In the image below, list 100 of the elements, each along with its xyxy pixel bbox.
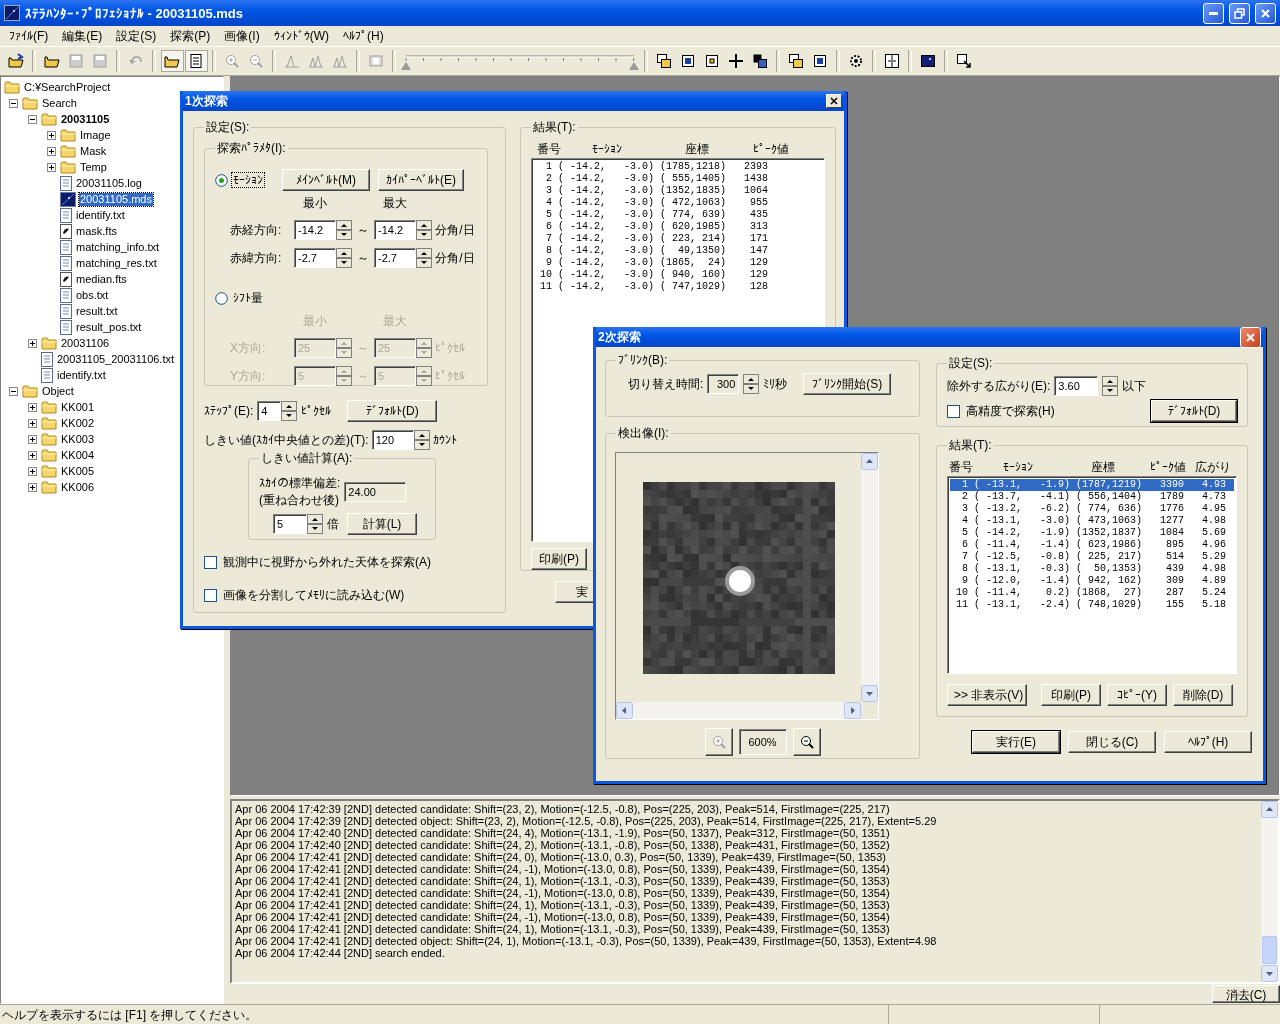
button[interactable]: ﾃﾞﾌｫﾙﾄ(D) [1151,400,1237,422]
list-row[interactable]: 7 ( -14.2, -3.0) ( 223, 214) 171 [534,233,822,245]
radio-button[interactable] [215,292,228,305]
checkbox[interactable] [947,404,960,418]
number-field[interactable]: -2.7 [294,248,336,268]
number-field[interactable]: 5 [273,514,307,534]
tree-item[interactable]: 20031105_20031106.txt [56,352,176,366]
spinner-control[interactable] [416,248,432,268]
results-list[interactable] [947,476,1237,674]
button[interactable]: ﾃﾞﾌｫﾙﾄ(D) [347,400,438,422]
tree-item[interactable]: matching_info.txt [75,240,161,254]
tree-item[interactable]: KK005 [60,464,96,478]
scroll-down-button[interactable] [861,685,878,702]
scroll-up-button[interactable] [861,453,878,470]
list-row[interactable]: 11 ( -13.1, -2.4) ( 748,1029) 155 5.18 [950,599,1234,611]
list-row[interactable]: 11 ( -14.2, -3.0) ( 747,1029) 128 [534,281,822,293]
tree-item[interactable]: 20031105.log [75,176,143,190]
slider-thumb[interactable] [401,62,411,70]
expand-icon[interactable] [27,434,37,444]
list-row[interactable]: 3 ( -13.2, -6.2) ( 774, 636) 1776 4.95 [950,503,1234,515]
tree-item[interactable]: C:¥SearchProject [23,80,112,94]
expand-icon[interactable] [27,418,37,428]
button[interactable]: 印刷(P) [1041,684,1101,706]
tree-item[interactable]: 20031106 [60,336,111,350]
button[interactable]: 閉じる(C) [1068,731,1156,753]
scroll-left-button[interactable] [616,702,633,719]
list-row[interactable]: 4 ( -13.1, -3.0) ( 473,1063) 1277 4.98 [950,515,1234,527]
spinner-control[interactable] [336,248,352,268]
number-field[interactable]: -2.7 [374,248,416,268]
tree-item[interactable]: Search [41,96,78,110]
tree-item[interactable]: Image [79,128,112,142]
tree-item[interactable]: median.fts [75,272,128,286]
tree-item[interactable]: identify.txt [56,368,107,382]
spinner-control[interactable] [281,401,298,421]
close-button[interactable] [826,94,842,108]
list-row[interactable]: 8 ( -13.1, -0.3) ( 50,1353) 439 4.98 [950,563,1234,575]
button[interactable]: ﾒｲﾝﾍﾞﾙﾄ(M) [282,169,370,191]
radio-button[interactable] [215,173,228,187]
list-row[interactable]: 6 ( -11.4, -1.4) ( 623,1986) 895 4.96 [950,539,1234,551]
tree-item[interactable]: KK001 [60,400,96,414]
spinner-control[interactable] [307,514,323,534]
button[interactable]: 実行(E) [972,731,1060,753]
spinner-control[interactable] [1102,376,1119,396]
menu-item[interactable]: 画像(I) [217,25,267,47]
list-row[interactable]: 1 ( -14.2, -3.0) (1785,1218) 2393 [534,161,822,173]
tree-item[interactable]: Temp [79,160,108,174]
spinner-control[interactable] [336,220,352,240]
collapse-icon[interactable] [8,98,18,108]
scroll-right-button[interactable] [844,702,861,719]
toolbar-button[interactable] [184,50,208,72]
expand-icon[interactable] [46,130,56,140]
zoom-out-button[interactable] [792,728,821,756]
number-field[interactable]: 4 [257,401,282,421]
menu-item[interactable]: ﾌｧｲﾙ(F) [2,27,56,45]
tree-item[interactable]: 20031105 [60,112,111,126]
button[interactable]: 削除(D) [1173,684,1233,706]
list-row[interactable]: 9 ( -14.2, -3.0) (1865, 24) 129 [534,257,822,269]
checkbox[interactable] [204,556,217,569]
menu-item[interactable]: ﾍﾙﾌﾟ(H) [336,27,391,45]
button[interactable]: >> 非表示(V) [947,684,1027,706]
tree-item[interactable]: mask.fts [75,224,118,238]
tree-item[interactable]: identify.txt [75,208,126,222]
tree-item[interactable]: KK003 [60,432,96,446]
expand-icon[interactable] [27,450,37,460]
expand-icon[interactable] [27,402,37,412]
expand-icon[interactable] [27,482,37,492]
collapse-icon[interactable] [8,386,18,396]
expand-icon[interactable] [27,338,37,348]
restore-button[interactable] [1229,2,1250,24]
spinner-control[interactable] [743,374,760,394]
collapse-icon[interactable] [27,114,37,124]
tree-item[interactable]: 20031105.mds [79,192,153,206]
button[interactable]: 印刷(P) [531,548,587,570]
list-row[interactable]: 9 ( -12.0, -1.4) ( 942, 162) 309 4.89 [950,575,1234,587]
tree-item[interactable]: KK006 [60,480,96,494]
tree-item[interactable]: matching_res.txt [75,256,158,270]
list-row[interactable]: 6 ( -14.2, -3.0) ( 620,1985) 313 [534,221,822,233]
minimize-button[interactable] [1203,2,1224,24]
expand-icon[interactable] [46,162,56,172]
expand-icon[interactable] [27,466,37,476]
number-field[interactable]: 120 [371,430,414,450]
list-row[interactable]: 5 ( -14.2, -1.9) (1352,1837) 1084 5.69 [950,527,1234,539]
button[interactable]: ｶｲﾊﾟｰﾍﾞﾙﾄ(E) [378,169,464,191]
menu-item[interactable]: ｳｨﾝﾄﾞｳ(W) [266,27,336,45]
scroll-down-button[interactable] [1261,965,1278,982]
tree-item[interactable]: result_pos.txt [75,320,143,334]
list-row[interactable]: 3 ( -14.2, -3.0) (1352,1835) 1064 [534,185,822,197]
button[interactable]: ｺﾋﾟｰ(Y) [1107,684,1167,706]
number-field[interactable]: -14.2 [374,220,416,240]
list-row[interactable]: 8 ( -14.2, -3.0) ( 49,1350) 147 [534,245,822,257]
expand-icon[interactable] [46,146,56,156]
list-row[interactable]: 7 ( -12.5, -0.8) ( 225, 217) 514 5.29 [950,551,1234,563]
tree-item[interactable]: Object [41,384,75,398]
list-row[interactable]: 10 ( -14.2, -3.0) ( 940, 160) 129 [534,269,822,281]
number-field[interactable]: -14.2 [294,220,336,240]
list-row[interactable]: 1 ( -13.1, -1.9) (1787,1219) 3390 4.93 [950,479,1234,491]
number-field[interactable]: 3.60 [1054,376,1099,396]
tree-item[interactable]: result.txt [75,304,119,318]
tree-item[interactable]: KK004 [60,448,96,462]
tree-item[interactable]: KK002 [60,416,96,430]
